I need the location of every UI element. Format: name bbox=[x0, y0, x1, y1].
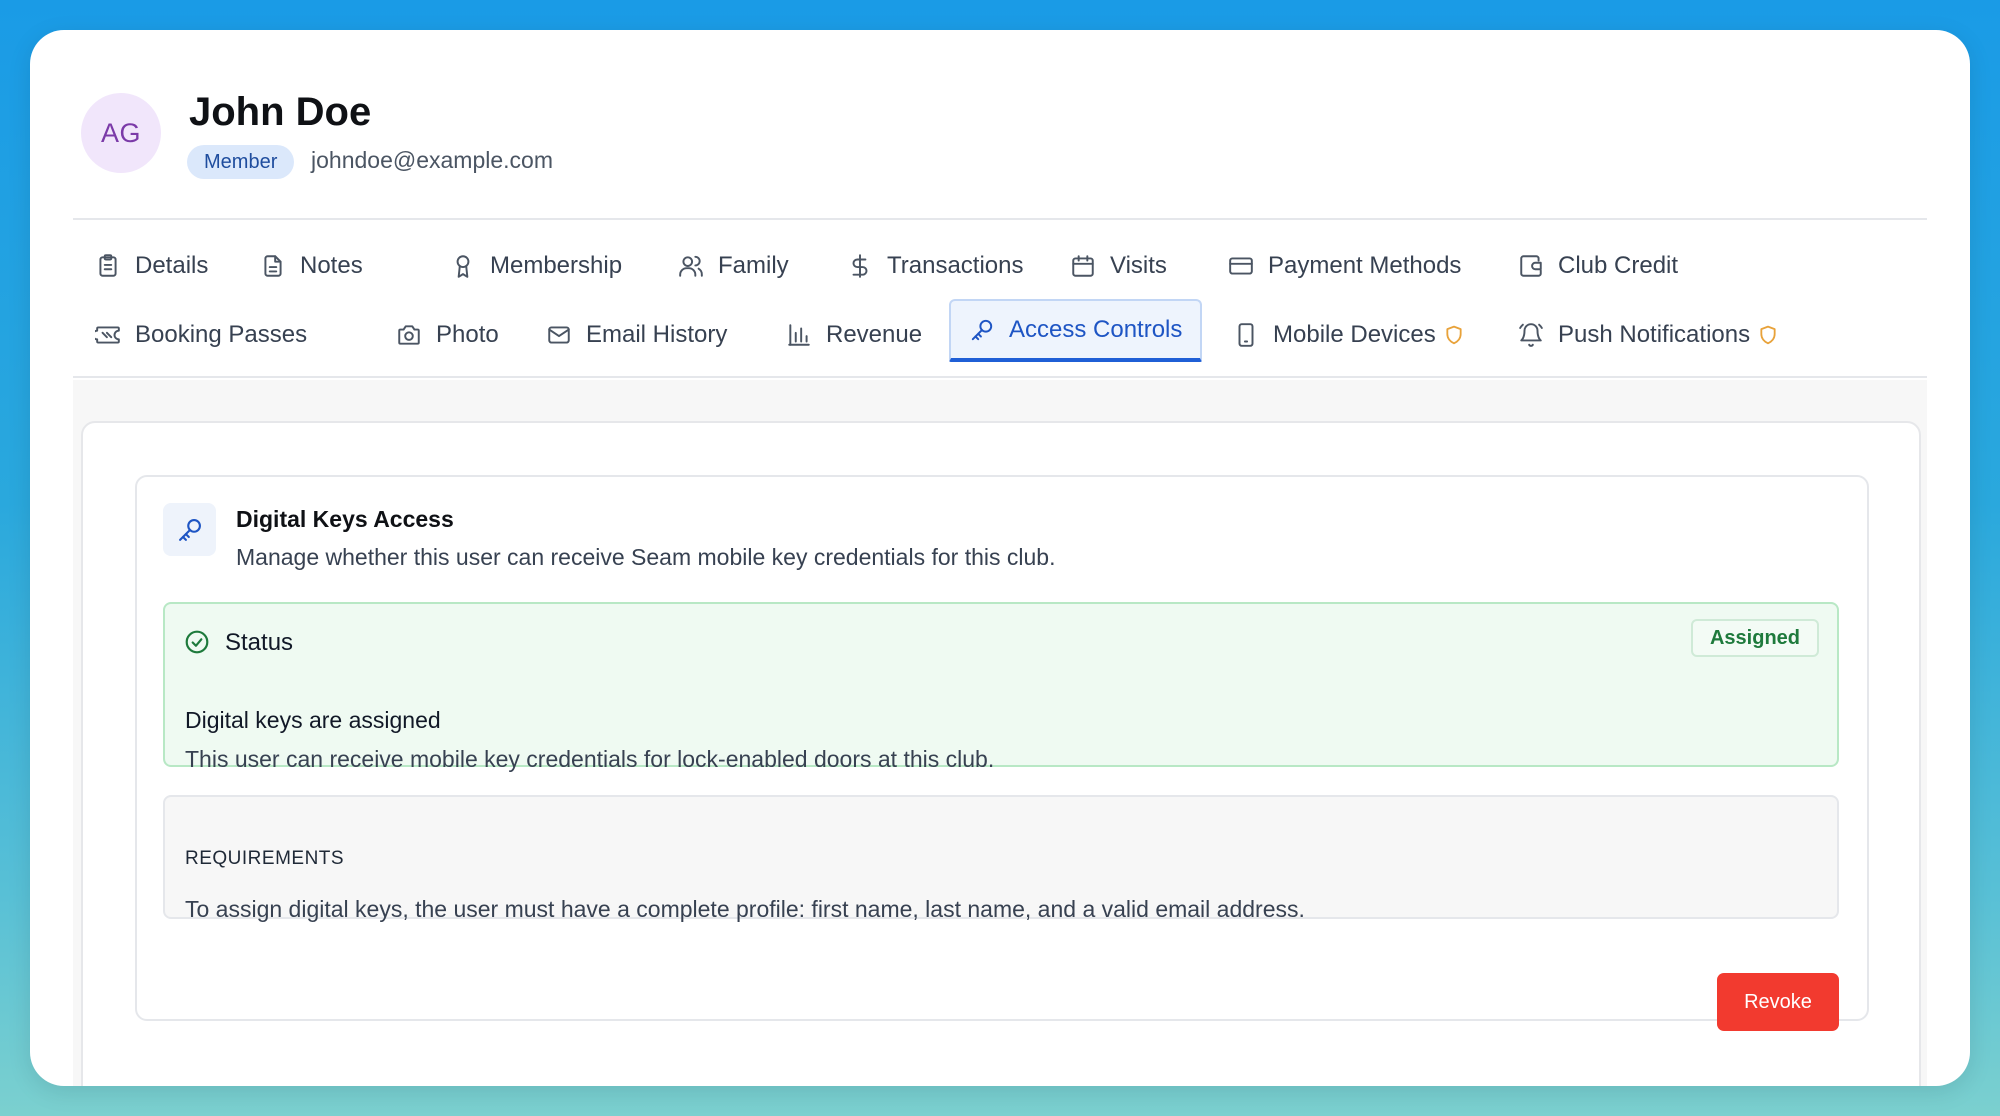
avatar: AG bbox=[81, 93, 161, 173]
status-box bbox=[163, 602, 1839, 767]
user-email: johndoe@example.com bbox=[311, 147, 553, 173]
tab-label: Photo bbox=[436, 321, 499, 348]
shield-icon bbox=[1446, 325, 1462, 345]
clipboard-icon bbox=[99, 254, 117, 277]
tab-label: Transactions bbox=[887, 252, 1024, 279]
tab-label: Revenue bbox=[826, 321, 923, 348]
tab-family[interactable]: Family bbox=[664, 236, 803, 296]
requirements-title: REQUIREMENTS bbox=[185, 848, 345, 869]
tab-label: Access Controls bbox=[1009, 315, 1183, 343]
tab-bar: Details Notes Membership Family Transact… bbox=[73, 220, 1927, 378]
tab-label: Family bbox=[718, 252, 789, 279]
tab-label: Visits bbox=[1110, 252, 1167, 279]
tab-label: Details bbox=[135, 252, 209, 279]
tab-label: Notes bbox=[300, 252, 363, 279]
calendar-icon bbox=[1072, 255, 1094, 277]
tab-membership[interactable]: Membership bbox=[436, 236, 636, 296]
revoke-button[interactable]: Revoke bbox=[1717, 973, 1839, 1031]
bell-icon bbox=[1519, 323, 1543, 347]
tab-access-controls[interactable]: Access Controls bbox=[949, 299, 1203, 362]
status-description: This user can receive mobile key credent… bbox=[185, 746, 995, 772]
status-heading: Digital keys are assigned bbox=[185, 707, 441, 733]
tab-payment-methods[interactable]: Payment Methods bbox=[1214, 236, 1475, 296]
key-icon bbox=[971, 319, 993, 340]
user-name: John Doe bbox=[189, 90, 372, 134]
shield-icon bbox=[1760, 325, 1776, 345]
camera-icon bbox=[398, 325, 420, 345]
tab-label: Push Notifications bbox=[1558, 321, 1751, 348]
tab-details[interactable]: Details bbox=[81, 236, 222, 296]
tab-label: Email History bbox=[586, 321, 728, 348]
tab-mobile-devices[interactable]: Mobile Devices bbox=[1219, 305, 1478, 365]
status-badge: Assigned bbox=[1691, 619, 1819, 657]
tab-transactions[interactable]: Transactions bbox=[833, 236, 1038, 296]
smartphone-icon bbox=[1238, 323, 1254, 347]
tab-visits[interactable]: Visits bbox=[1056, 236, 1181, 296]
tab-push-notifications[interactable]: Push Notifications bbox=[1504, 305, 1792, 365]
status-label: Status bbox=[225, 629, 294, 656]
panel-title: Digital Keys Access bbox=[236, 506, 454, 532]
dollar-icon bbox=[852, 254, 868, 278]
tab-email-history[interactable]: Email History bbox=[532, 305, 741, 365]
member-profile-card: AG John Doe Member johndoe@example.com D… bbox=[30, 30, 1970, 1086]
tab-booking-passes[interactable]: Booking Passes bbox=[81, 305, 321, 365]
requirements-text: To assign digital keys, the user must ha… bbox=[185, 896, 1305, 922]
role-badge: Member bbox=[187, 145, 295, 179]
ticket-icon bbox=[95, 326, 120, 344]
panel-icon-box bbox=[163, 503, 216, 556]
tab-revenue[interactable]: Revenue bbox=[772, 305, 936, 365]
users-icon bbox=[679, 255, 703, 277]
tab-label: Mobile Devices bbox=[1273, 321, 1436, 348]
tab-label: Payment Methods bbox=[1268, 252, 1462, 279]
wallet-icon bbox=[1520, 255, 1542, 277]
bar-chart-icon bbox=[788, 324, 810, 346]
award-icon bbox=[456, 255, 470, 278]
key-icon bbox=[178, 518, 201, 541]
tab-photo[interactable]: Photo bbox=[382, 305, 513, 365]
tab-label: Booking Passes bbox=[135, 321, 308, 348]
credit-card-icon bbox=[1229, 257, 1253, 275]
tab-notes[interactable]: Notes bbox=[246, 236, 377, 296]
check-circle-icon bbox=[185, 630, 209, 654]
tab-label: Membership bbox=[490, 252, 623, 279]
document-icon bbox=[264, 255, 282, 277]
mail-icon bbox=[548, 326, 570, 344]
panel-subtitle: Manage whether this user can receive Sea… bbox=[236, 544, 1056, 570]
tab-label: Club Credit bbox=[1558, 252, 1679, 279]
tab-club-credit[interactable]: Club Credit bbox=[1504, 236, 1692, 296]
